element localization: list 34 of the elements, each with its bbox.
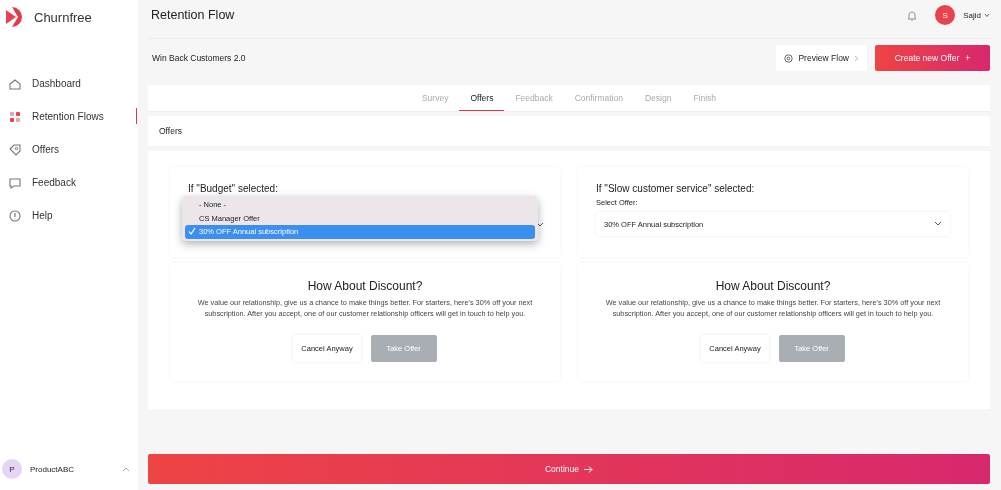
brand-name: Churnfree <box>34 9 92 25</box>
grid-icon <box>8 109 22 124</box>
chevron-right-icon <box>854 54 859 62</box>
chevron-down-icon[interactable] <box>984 12 990 18</box>
chevron-down-icon <box>934 221 942 227</box>
chevron-down-icon <box>536 222 544 228</box>
bell-icon[interactable] <box>907 9 918 21</box>
eye-icon <box>784 53 794 63</box>
sidebar-item[interactable]: Dashboard <box>0 72 138 95</box>
user-avatar[interactable]: S <box>935 5 956 25</box>
offer-title: How About Discount? <box>715 279 831 293</box>
tag-icon <box>8 142 22 157</box>
continue-button[interactable]: Continue <box>148 454 990 484</box>
checkmark-icon <box>188 227 196 235</box>
section-title: Offers <box>159 126 182 136</box>
account-name[interactable]: ProductABC <box>30 464 114 474</box>
rule-heading: If "Budget" selected: <box>188 183 279 194</box>
rule-heading: If "Slow customer service" selected: <box>596 183 756 194</box>
flow-name: Win Back Customers 2.0 <box>151 53 247 63</box>
help-icon <box>8 208 22 223</box>
account-avatar: P <box>2 459 22 479</box>
page-title: Retention Flow <box>150 8 236 22</box>
chat-icon <box>8 175 22 190</box>
sidebar-item[interactable]: Feedback <box>0 171 138 194</box>
offer-title: How About Discount? <box>307 279 423 293</box>
sidebar-item[interactable]: Help <box>0 204 138 227</box>
create-offer-button[interactable]: Create new Offer + <box>875 45 990 71</box>
preview-flow-button[interactable]: Preview Flow <box>776 45 867 71</box>
arrow-right-icon <box>584 465 593 473</box>
chevron-up-icon[interactable] <box>122 466 130 472</box>
tab[interactable]: Offers <box>459 85 505 111</box>
sidebar-item[interactable]: Offers <box>0 138 138 161</box>
user-menu[interactable]: Sajid <box>963 10 990 20</box>
sidebar-item[interactable]: Retention Flows <box>0 105 138 128</box>
